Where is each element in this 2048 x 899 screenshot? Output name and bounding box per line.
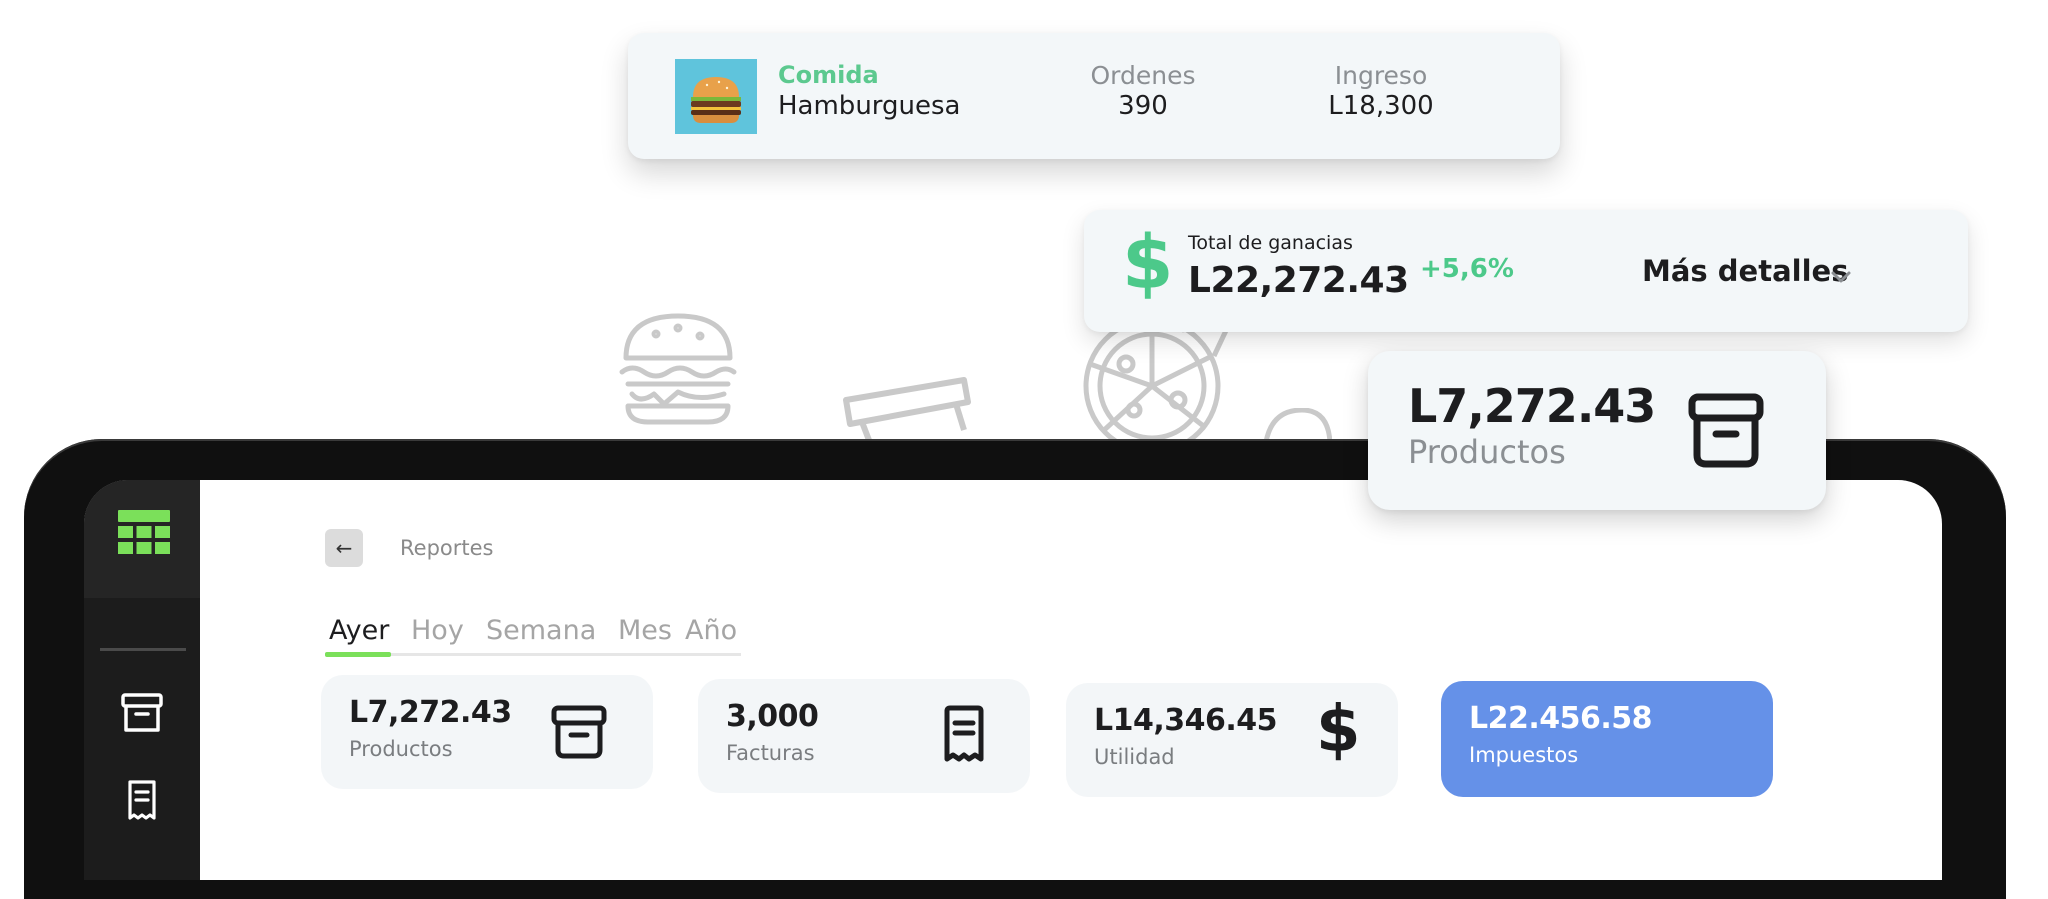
total-earnings-value: L22,272.43 xyxy=(1188,260,1409,301)
stat-label: Impuestos xyxy=(1469,743,1579,767)
total-earnings-label: Total de ganacias xyxy=(1188,232,1353,254)
stat-value: L7,272.43 xyxy=(349,695,512,730)
food-category: Comida xyxy=(778,61,879,89)
earnings-change-badge: +5,6% xyxy=(1420,254,1514,284)
burger-icon xyxy=(691,77,741,123)
more-details-button[interactable]: Más detalles xyxy=(1642,254,1848,288)
stat-label: Productos xyxy=(349,737,453,761)
breadcrumb: Reportes xyxy=(400,536,494,560)
food-summary-card[interactable]: Comida Hamburguesa Ordenes 390 Ingreso L… xyxy=(628,33,1560,159)
archive-box-icon xyxy=(551,705,607,759)
products-label: Productos xyxy=(1408,433,1566,471)
tab-mes[interactable]: Mes xyxy=(618,615,672,646)
orders-value: 390 xyxy=(1118,91,1168,121)
tab-semana[interactable]: Semana xyxy=(486,615,596,646)
income-value: L18,300 xyxy=(1328,91,1434,121)
stat-card-impuestos[interactable]: L22.456.58 Impuestos xyxy=(1441,681,1773,797)
pizza-outline-icon xyxy=(1083,317,1232,446)
stat-label: Utilidad xyxy=(1094,745,1175,769)
active-tab-indicator xyxy=(325,652,391,657)
income-label: Ingreso xyxy=(1334,61,1428,90)
stat-value: L14,346.45 xyxy=(1094,703,1278,738)
tab-hoy[interactable]: Hoy xyxy=(411,615,464,646)
chevron-down-icon[interactable] xyxy=(1830,270,1852,284)
dollar-icon: $ xyxy=(1316,693,1361,767)
products-value: L7,272.43 xyxy=(1408,379,1656,433)
grid-icon[interactable] xyxy=(118,510,170,566)
stat-card-productos[interactable]: L7,272.43 Productos xyxy=(321,675,653,789)
orders-label: Ordenes xyxy=(1090,61,1196,90)
archive-box-icon xyxy=(1688,393,1764,468)
drink-outline-icon xyxy=(1263,408,1332,442)
stat-label: Facturas xyxy=(726,741,815,765)
sidebar-divider xyxy=(100,648,186,651)
period-tabs: Ayer Hoy Semana Mes Año xyxy=(325,615,745,657)
tab-ano[interactable]: Año xyxy=(685,615,737,646)
stat-card-utilidad[interactable]: L14,346.45 Utilidad $ xyxy=(1066,683,1398,797)
sidebar xyxy=(84,480,200,880)
receipt-icon xyxy=(944,705,984,762)
burger-thumbnail xyxy=(675,59,757,134)
stat-value: L22.456.58 xyxy=(1469,701,1653,736)
cup-outline-icon xyxy=(843,377,971,440)
stat-card-facturas[interactable]: 3,000 Facturas xyxy=(698,679,1030,793)
food-name: Hamburguesa xyxy=(778,91,961,121)
total-earnings-card: $ Total de ganacias L22,272.43 +5,6% Más… xyxy=(1084,210,1968,332)
burger-outline-icon xyxy=(619,313,737,425)
tab-ayer[interactable]: Ayer xyxy=(329,615,389,646)
stat-value: 3,000 xyxy=(726,699,819,734)
products-summary-card: L7,272.43 Productos xyxy=(1368,351,1826,510)
archive-box-icon[interactable] xyxy=(121,693,163,733)
tablet-screen: ← Reportes Ayer Hoy Semana Mes Año L7,27… xyxy=(84,480,1942,880)
receipt-icon[interactable] xyxy=(124,780,160,820)
dollar-icon: $ xyxy=(1122,220,1174,306)
back-button[interactable]: ← xyxy=(325,529,363,567)
